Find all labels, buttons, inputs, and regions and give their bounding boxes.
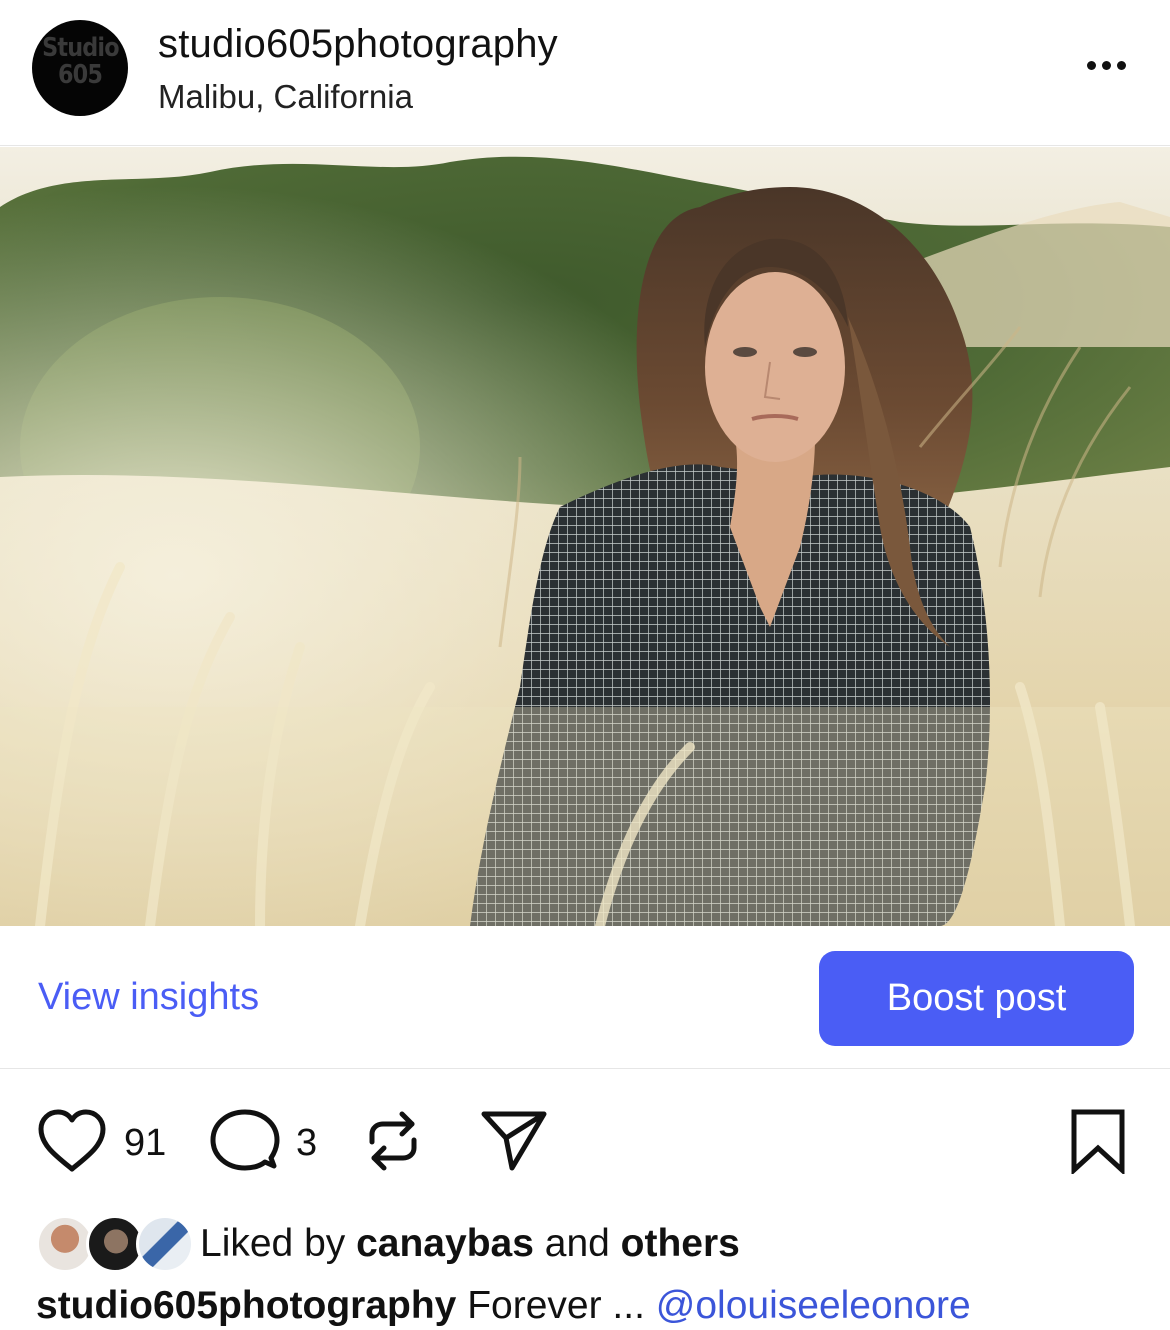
comment-count[interactable]: 3 [296, 1122, 317, 1165]
like-count[interactable]: 91 [124, 1122, 166, 1165]
liker-username[interactable]: canaybas [356, 1222, 534, 1265]
liked-by-others[interactable]: others [621, 1222, 740, 1265]
liker-avatar[interactable] [136, 1215, 194, 1273]
liked-by-prefix: Liked by [200, 1222, 346, 1265]
caption-text[interactable]: Forever ... [467, 1284, 645, 1327]
caption-username[interactable]: studio605photography [36, 1284, 456, 1327]
liker-avatars[interactable] [36, 1215, 194, 1275]
repost-icon[interactable] [360, 1106, 426, 1176]
bookmark-icon[interactable] [1068, 1108, 1128, 1174]
profile-avatar[interactable]: Studio 605 [32, 20, 128, 116]
post-location[interactable]: Malibu, California [158, 78, 413, 116]
liked-by-connector: and [544, 1222, 610, 1265]
post-username[interactable]: studio605photography [158, 22, 558, 67]
avatar-logo: Studio 605 [42, 33, 119, 90]
comment-icon[interactable] [210, 1108, 280, 1174]
more-horizontal-icon[interactable] [1076, 48, 1136, 82]
view-insights-link[interactable]: View insights [38, 976, 259, 1019]
caption-mention[interactable]: @olouiseeleonore [656, 1284, 971, 1327]
send-icon[interactable] [478, 1108, 550, 1174]
liked-by-text: Liked by canaybas and others [200, 1222, 740, 1266]
post-header: Studio 605 studio605photography Malibu, … [0, 0, 1170, 146]
post-caption: studio605photography Forever ... @olouis… [36, 1284, 971, 1328]
heart-icon[interactable] [36, 1108, 108, 1174]
boost-post-button[interactable]: Boost post [819, 951, 1134, 1046]
post-photo[interactable] [0, 147, 1170, 926]
